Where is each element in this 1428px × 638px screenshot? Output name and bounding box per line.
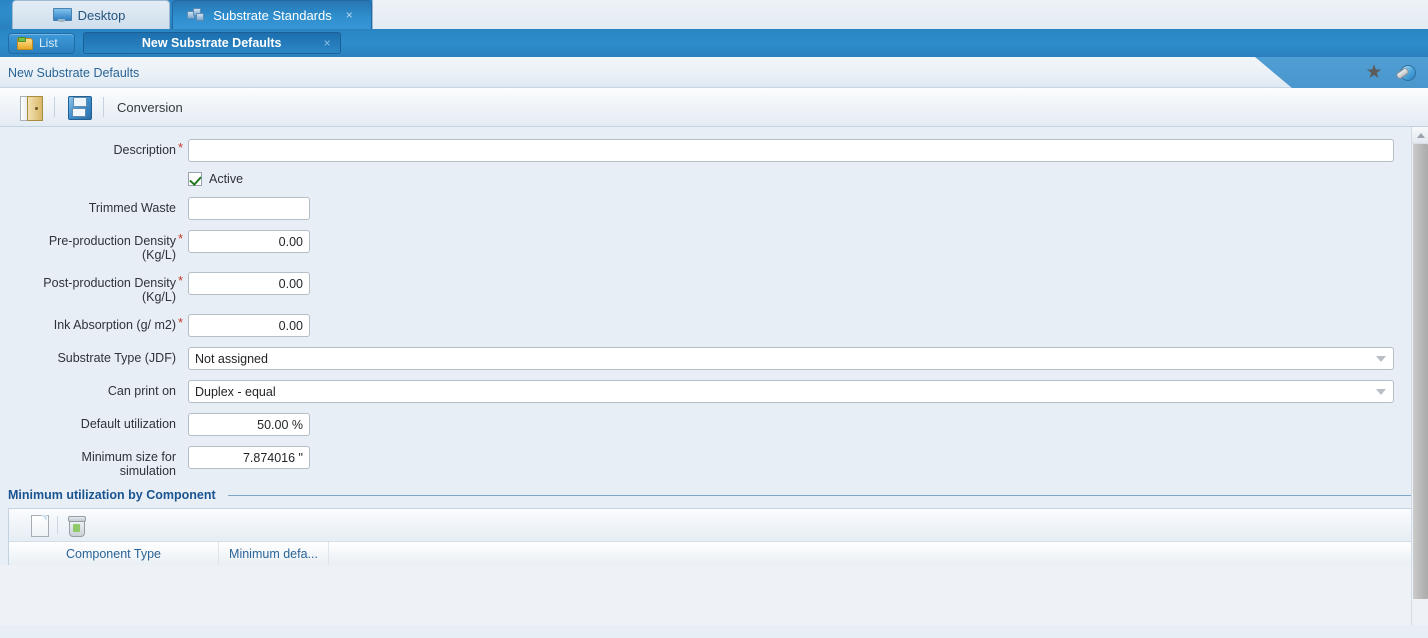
trimmed-waste-input[interactable] [188, 197, 310, 220]
can-print-on-field-wrap: Duplex - equal [188, 380, 1394, 403]
field-row-ink-absorption: Ink Absorption (g/ m2) * [0, 314, 1428, 337]
field-row-default-utilization: Default utilization [0, 413, 1428, 436]
required-marker: * [177, 315, 183, 330]
description-input[interactable] [188, 139, 1394, 162]
form-fields: Description * Active Trimmed Waste Pre-p… [0, 127, 1428, 478]
record-tab-close-icon[interactable]: × [324, 36, 331, 50]
grid-header-row: Component Type Minimum defa... [9, 542, 1413, 566]
favorite-star-icon[interactable]: ★ [1364, 63, 1384, 82]
stack-icon [187, 8, 205, 22]
form-toolbar: Conversion [0, 88, 1428, 127]
minimum-size-label: Minimum size for simulation [81, 450, 176, 478]
vertical-scrollbar[interactable] [1411, 127, 1428, 625]
save-button[interactable] [58, 88, 100, 127]
grid-new-row-button[interactable] [21, 515, 57, 537]
app-tab-desktop-label: Desktop [77, 7, 126, 23]
scrollbar-thumb[interactable] [1413, 144, 1428, 599]
app-tab-strip: Desktop Substrate Standards × [0, 0, 1428, 29]
post-production-density-label: Post-production Density (Kg/L) * [43, 273, 183, 305]
app-tab-substrate-standards-label: Substrate Standards [213, 7, 332, 23]
grid-column-header-component-type[interactable]: Component Type [9, 542, 219, 566]
list-button-label: List [39, 36, 58, 50]
chevron-down-icon [1376, 355, 1386, 362]
pre-production-density-field-wrap [188, 230, 310, 253]
required-marker: * [177, 140, 183, 155]
field-row-post-production-density: Post-production Density (Kg/L) * [0, 272, 1428, 304]
form-content: Description * Active Trimmed Waste Pre-p… [0, 127, 1428, 625]
trimmed-waste-field-wrap [188, 197, 310, 220]
record-tab-new-substrate-defaults[interactable]: New Substrate Defaults × [82, 32, 341, 54]
pre-production-density-label: Pre-production Density (Kg/L) * [48, 231, 183, 263]
grid-column-header-minimum-default[interactable]: Minimum defa... [219, 542, 329, 566]
can-print-on-value: Duplex - equal [195, 384, 276, 399]
section-title: Minimum utilization by Component [8, 488, 216, 502]
record-tab-bar: List New Substrate Defaults × [0, 29, 1428, 57]
ink-absorption-label: Ink Absorption (g/ m2) * [53, 315, 183, 333]
page-title: New Substrate Defaults [8, 65, 140, 80]
list-button[interactable]: List [8, 32, 75, 54]
ink-absorption-field-wrap [188, 314, 310, 337]
trimmed-waste-label: Trimmed Waste [88, 201, 176, 215]
field-row-substrate-type: Substrate Type (JDF) Not assigned [0, 347, 1428, 370]
post-production-density-input[interactable] [188, 272, 310, 295]
default-utilization-input[interactable] [188, 413, 310, 436]
app-tab-substrate-standards[interactable]: Substrate Standards × [172, 0, 372, 29]
section-header-minimum-utilization: Minimum utilization by Component [0, 488, 1428, 502]
substrate-type-field-wrap: Not assigned [188, 347, 1394, 370]
section-divider [227, 494, 1414, 496]
minimum-size-field-wrap [188, 446, 310, 469]
record-tab-bar-filler [660, 29, 1428, 57]
record-tab-label: New Substrate Defaults [141, 36, 282, 50]
breadcrumb-band: New Substrate Defaults ★ [0, 57, 1428, 88]
field-row-trimmed-waste: Trimmed Waste [0, 197, 1428, 220]
chevron-down-icon [1376, 388, 1386, 395]
required-marker: * [177, 273, 183, 288]
minimum-size-input[interactable] [188, 446, 310, 469]
content-bottom-filler [0, 565, 1428, 625]
breadcrumb: New Substrate Defaults [8, 57, 139, 88]
required-marker: * [177, 231, 183, 246]
field-row-pre-production-density: Pre-production Density (Kg/L) * [0, 230, 1428, 262]
new-document-icon [31, 515, 49, 537]
breadcrumb-icon-group: ★ [1364, 57, 1416, 88]
field-row-can-print-on: Can print on Duplex - equal [0, 380, 1428, 403]
app-tab-desktop[interactable]: Desktop [12, 0, 170, 29]
exit-door-icon [20, 95, 43, 121]
toolbar-separator [54, 97, 55, 117]
save-floppy-icon [68, 96, 92, 120]
breadcrumb-panel [0, 57, 1292, 88]
can-print-on-label: Can print on [107, 384, 176, 398]
description-label: Description * [113, 140, 183, 158]
substrate-type-label: Substrate Type (JDF) [57, 351, 176, 365]
substrate-type-select[interactable]: Not assigned [188, 347, 1394, 370]
grid-delete-row-button[interactable] [58, 515, 94, 537]
active-checkbox-label: Active [209, 172, 244, 186]
post-production-density-field-wrap [188, 272, 310, 295]
active-checkbox-row: Active [188, 172, 1428, 186]
field-row-minimum-size: Minimum size for simulation [0, 446, 1428, 478]
help-globe-icon[interactable] [1396, 63, 1416, 82]
pre-production-density-input[interactable] [188, 230, 310, 253]
description-field-wrap [188, 139, 1394, 162]
app-tab-close-icon[interactable]: × [346, 9, 353, 21]
active-checkbox[interactable] [188, 172, 202, 186]
folder-icon [17, 37, 33, 50]
scroll-up-button[interactable] [1412, 127, 1428, 144]
can-print-on-select[interactable]: Duplex - equal [188, 380, 1394, 403]
default-utilization-label: Default utilization [80, 417, 176, 431]
ink-absorption-input[interactable] [188, 314, 310, 337]
conversion-button[interactable]: Conversion [107, 100, 193, 115]
tab-strip-filler [372, 0, 1428, 29]
field-row-description: Description * [0, 139, 1428, 162]
trash-bin-icon [68, 515, 86, 537]
close-button[interactable] [10, 88, 51, 127]
monitor-icon [52, 8, 72, 22]
grid-toolbar [9, 509, 1413, 542]
toolbar-separator [103, 97, 104, 117]
substrate-type-value: Not assigned [195, 351, 268, 366]
default-utilization-field-wrap [188, 413, 310, 436]
